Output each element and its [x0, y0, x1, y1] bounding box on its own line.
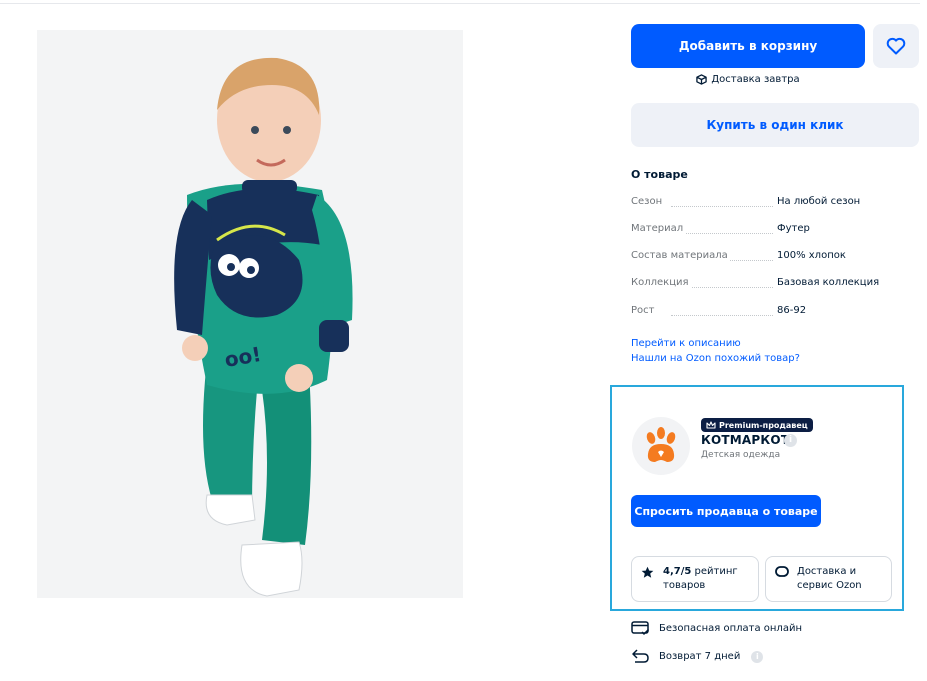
spec-value: На любой сезон [777, 196, 861, 207]
spec-row-composition: Состав материала 100% хлопок [631, 250, 919, 264]
top-divider [0, 3, 920, 4]
ask-seller-button[interactable]: Спросить продавца о товаре [631, 495, 821, 527]
product-photo-illustration: oo! [37, 30, 463, 598]
box-icon [696, 74, 708, 85]
safe-payment-text: Безопасная оплата онлайн [659, 623, 802, 634]
star-icon [641, 566, 654, 578]
go-to-description-link[interactable]: Перейти к описанию [631, 338, 741, 349]
return-arrow-icon [632, 649, 649, 663]
rating-value: 4,7/5 [663, 566, 692, 577]
spec-label: Состав материала [631, 250, 730, 261]
info-icon[interactable]: i [784, 434, 797, 447]
seller-logo[interactable] [632, 417, 690, 475]
return-text: Возврат 7 дней [659, 651, 741, 662]
spec-label: Рост [631, 305, 657, 316]
spec-row-height: Рост 86-92 [631, 305, 919, 319]
buy-one-click-button[interactable]: Купить в один клик [631, 103, 919, 147]
ozon-logo-icon [775, 566, 789, 577]
found-similar-link[interactable]: Нашли на Ozon похожий товар? [631, 353, 800, 364]
card-check-icon [631, 621, 650, 636]
ozon-service-text: Доставка и сервис Ozon [797, 566, 862, 591]
add-to-cart-button[interactable]: Добавить в корзину [631, 24, 865, 68]
ozon-service-box[interactable]: Доставка и сервис Ozon [765, 556, 892, 602]
crown-icon [706, 421, 716, 429]
seller-name[interactable]: КОТМАРКОТ [701, 433, 789, 447]
premium-seller-badge: Premium-продавец [701, 418, 813, 432]
spec-value: Базовая коллекция [777, 277, 880, 288]
premium-badge-label: Premium-продавец [719, 420, 808, 430]
spec-row-season: Сезон На любой сезон [631, 196, 919, 210]
spec-value: 86-92 [777, 305, 807, 316]
spec-label: Сезон [631, 196, 665, 207]
delivery-info: Доставка завтра [631, 74, 865, 85]
info-icon[interactable]: i [751, 650, 764, 663]
spec-value: 100% хлопок [777, 250, 846, 261]
spec-row-collection: Коллекция Базовая коллекция [631, 277, 919, 291]
favorite-button[interactable] [873, 24, 919, 68]
spec-dots [671, 206, 773, 207]
spec-dots [671, 233, 773, 234]
spec-value: Футер [777, 223, 810, 234]
safe-payment-row: Безопасная оплата онлайн [631, 621, 802, 636]
delivery-text: Доставка завтра [711, 74, 800, 85]
product-image[interactable]: oo! [37, 30, 463, 598]
heart-icon [886, 37, 906, 55]
spec-row-material: Материал Футер [631, 223, 919, 237]
spec-label: Материал [631, 223, 686, 234]
paw-icon [646, 427, 676, 462]
rating-text: 4,7/5 рейтинг товаров [663, 565, 757, 593]
spec-label: Коллекция [631, 277, 691, 288]
return-row: Возврат 7 дней i [631, 649, 764, 664]
seller-card: Premium-продавец КОТМАРКОТ i Детская оде… [610, 385, 904, 611]
about-title: О товаре [631, 168, 688, 181]
seller-category: Детская одежда [701, 450, 781, 460]
rating-box[interactable]: 4,7/5 рейтинг товаров [631, 556, 759, 602]
spec-dots [671, 315, 773, 316]
